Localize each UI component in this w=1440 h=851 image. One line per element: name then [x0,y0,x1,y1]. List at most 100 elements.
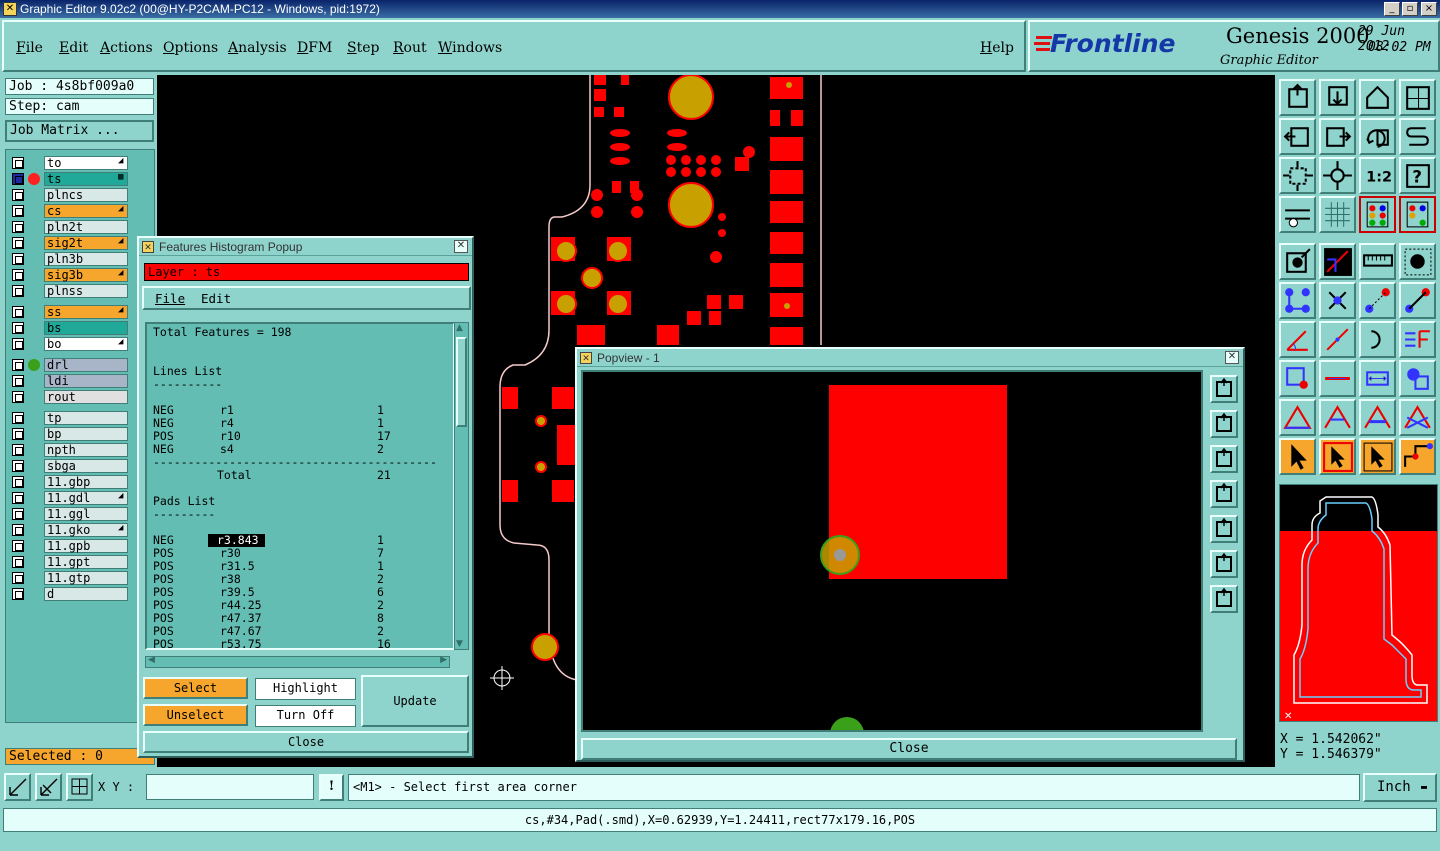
layer-checkbox[interactable] [12,524,24,536]
minimize-button[interactable]: _ [1384,2,1400,16]
link-node-alt-icon[interactable] [1399,282,1436,319]
popview-canvas[interactable] [581,370,1203,732]
layer-row-ss[interactable]: ss ◢ [10,305,128,319]
highlight-button[interactable]: Highlight [255,678,356,700]
ruler-icon[interactable] [1359,243,1396,280]
layer-checkbox[interactable] [12,460,24,472]
triangle-icon[interactable] [1279,399,1316,436]
layer-row-pln2t[interactable]: pln2t [10,220,128,234]
scroll-right-arrow-icon[interactable]: ▶ [440,655,447,665]
grid-view-icon[interactable] [1319,196,1356,233]
layer-row-ts[interactable]: ts ▦ [10,172,128,186]
layer-checkbox[interactable] [12,189,24,201]
layer-row-bs[interactable]: bs [10,321,128,335]
popview-close-icon[interactable]: ✕ [1225,351,1239,364]
help-icon[interactable]: ? [1399,157,1436,194]
layer-row-sbga[interactable]: sbga [10,459,128,473]
layer-checkbox[interactable] [12,492,24,504]
job-matrix-button[interactable]: Job Matrix ... [5,120,154,142]
arc-icon[interactable] [1359,321,1396,358]
layer-row-plnss[interactable]: plnss [10,284,128,298]
zoom-area-icon[interactable] [4,773,31,801]
layer-checkbox[interactable] [12,221,24,233]
layer-checkbox[interactable] [12,444,24,456]
measure-icon[interactable] [1359,360,1396,397]
pan-right-icon[interactable] [1319,118,1356,155]
turn-off-button[interactable]: Turn Off [255,705,356,727]
menu-analysis[interactable]: Analysis [228,40,287,56]
select-button[interactable]: Select [143,677,248,699]
layer-checkbox[interactable] [12,237,24,249]
histogram-list[interactable]: Total Features = 198 Lines List ----------… [145,322,455,650]
select-pointer-icon[interactable] [1279,243,1316,280]
layer-checkbox[interactable] [12,540,24,552]
layer-row-bp[interactable]: bp [10,427,128,441]
layer-checkbox[interactable] [12,306,24,318]
pv-pan-left-icon[interactable] [1210,480,1238,508]
scroll-left-arrow-icon[interactable]: ◀ [148,655,155,665]
layer-row-bo[interactable]: bo ◢ [10,337,128,351]
layer-row-sig3b[interactable]: sig3b ◢ [10,268,128,282]
histogram-menu-file[interactable]: File [155,291,185,306]
pattern-icon[interactable] [1399,360,1436,397]
move-node-icon[interactable] [1279,360,1316,397]
menu-file[interactable]: File [16,40,43,56]
layer-row-pln3b[interactable]: pln3b [10,252,128,266]
popview-close-button[interactable]: Close [581,738,1237,760]
histogram-menu-edit[interactable]: Edit [201,291,231,306]
pv-fit-icon[interactable] [1210,550,1238,578]
fit-icon[interactable] [1279,157,1316,194]
window-split-icon[interactable] [1399,79,1436,116]
arrow-cursor-alt-icon[interactable] [1359,438,1396,475]
menu-rout[interactable]: Rout [393,40,427,56]
layer-checkbox[interactable] [12,588,24,600]
layer-row-11.gpt[interactable]: 11.gpt [10,555,128,569]
pv-save-icon[interactable] [1210,410,1238,438]
menu-windows[interactable]: Windows [438,40,502,56]
layer-checkbox[interactable] [12,375,24,387]
center-icon[interactable] [1319,157,1356,194]
layer-row-tp[interactable]: tp [10,411,128,425]
layer-checkbox[interactable] [12,476,24,488]
histogram-vertical-scrollbar[interactable]: ▲ ▼ [454,322,469,650]
layer-row-11.gko[interactable]: 11.gko ◢ [10,523,128,537]
layer-row-sig2t[interactable]: sig2t ◢ [10,236,128,250]
layer-checkbox[interactable] [12,205,24,217]
triangle-a-icon[interactable] [1319,399,1356,436]
layer-row-ldi[interactable]: ldi [10,374,128,388]
layer-checkbox[interactable] [12,428,24,440]
pan-left-icon[interactable] [1279,118,1316,155]
layer-checkbox[interactable] [12,157,24,169]
menu-edit[interactable]: Edit [59,40,88,56]
layer-checkbox[interactable] [12,572,24,584]
scroll-down-arrow-icon[interactable]: ▼ [456,639,463,649]
grid-icon[interactable] [66,773,93,801]
tools-settings-icon[interactable] [1279,196,1316,233]
connect-icon[interactable] [1279,282,1316,319]
scroll-thumb[interactable] [456,337,467,427]
snap-icon[interactable] [35,773,62,801]
layer-checkbox[interactable] [12,338,24,350]
menu-step[interactable]: Step [347,40,379,56]
link-node-icon[interactable] [1359,282,1396,319]
menu-options[interactable]: Options [163,40,218,56]
cross-icon[interactable] [1319,282,1356,319]
update-button[interactable]: Update [361,675,469,727]
layer-checkbox[interactable] [12,508,24,520]
layer-row-npth[interactable]: npth [10,443,128,457]
rotate-icon[interactable] [1359,118,1396,155]
layer-row-to[interactable]: to ◢ [10,156,128,170]
histogram-close-button[interactable]: Close [143,731,469,753]
triangle-b-icon[interactable] [1359,399,1396,436]
layer-row-plncs[interactable]: plncs [10,188,128,202]
layer-row-cs[interactable]: cs ◢ [10,204,128,218]
xy-input[interactable] [146,774,314,800]
maximize-button[interactable]: ▫ [1402,2,1418,16]
close-window-button[interactable]: × [1421,2,1437,16]
layer-row-drl[interactable]: drl [10,358,128,372]
flip-icon[interactable] [1399,321,1436,358]
home-icon[interactable] [1359,79,1396,116]
layer-row-d[interactable]: d [10,587,128,601]
pad-select-icon[interactable] [1399,243,1436,280]
route-icon[interactable] [1399,438,1436,475]
